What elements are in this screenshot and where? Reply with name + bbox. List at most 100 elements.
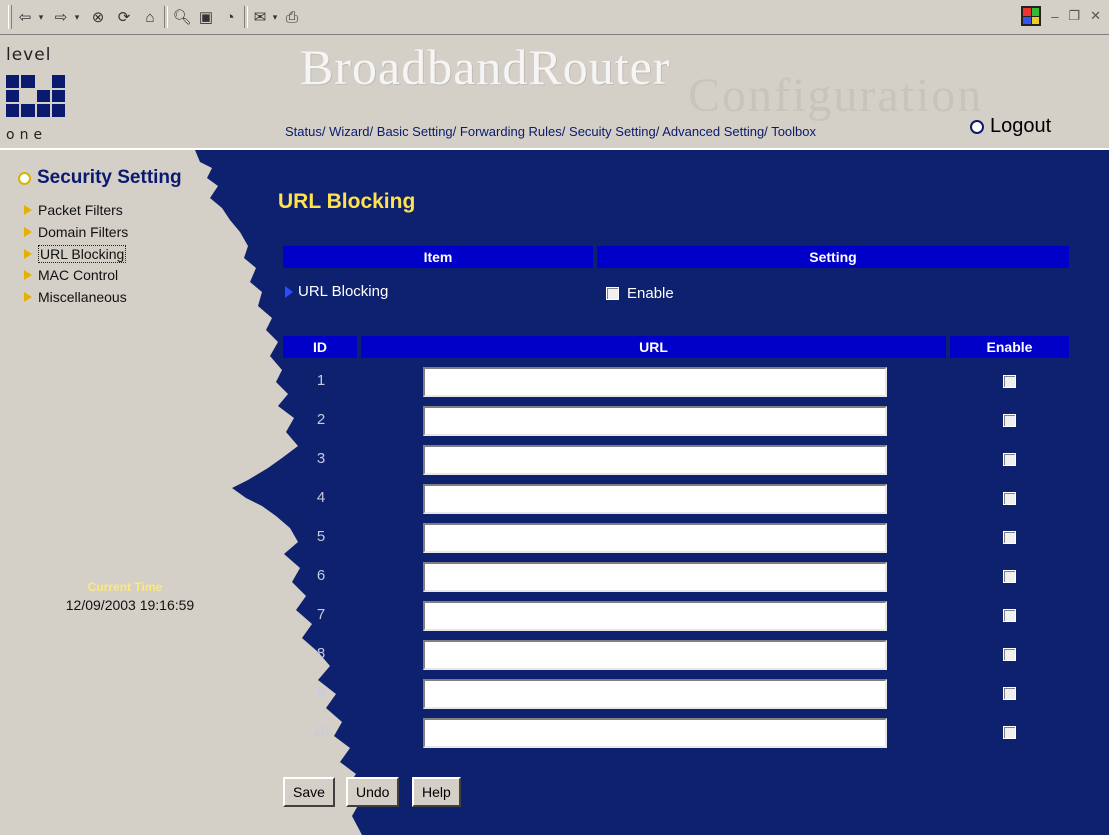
row-id: 7 — [316, 606, 326, 623]
back-icon[interactable]: ⇦ — [16, 7, 34, 27]
window-controls: – ❐ ✕ — [1021, 6, 1101, 26]
section-title-label: Security Setting — [37, 167, 182, 188]
row-enable-checkbox[interactable] — [1003, 414, 1016, 427]
current-time-value: 12/09/2003 19:16:59 — [65, 597, 195, 613]
logout-label: Logout — [990, 115, 1052, 137]
minimize-icon[interactable]: – — [1051, 9, 1058, 24]
header-item: Item — [283, 246, 593, 268]
url-blocking-row-label: URL Blocking — [285, 283, 388, 300]
url-input[interactable] — [423, 484, 887, 514]
sidebar-item-domain-filters[interactable]: Domain Filters — [24, 224, 128, 240]
row-id: 8 — [316, 645, 326, 662]
restore-icon[interactable]: ❐ — [1068, 8, 1080, 24]
history-icon[interactable]: ◔ — [220, 7, 240, 27]
url-input[interactable] — [423, 640, 887, 670]
row-enable-checkbox[interactable] — [1003, 687, 1016, 700]
nav-status[interactable]: Status/ — [285, 124, 325, 139]
top-nav: Status/ Wizard/ Basic Setting/ Forwardin… — [285, 124, 816, 139]
windows-logo-icon — [1021, 6, 1042, 26]
brand-mosaic — [6, 75, 65, 117]
row-enable-checkbox[interactable] — [1003, 648, 1016, 661]
row-id: 5 — [316, 528, 326, 545]
url-blocking-label-text: URL Blocking — [298, 283, 389, 300]
triangle-bullet-icon — [24, 292, 32, 302]
sidebar-item-label: Packet Filters — [38, 202, 123, 218]
row-enable-checkbox[interactable] — [1003, 492, 1016, 505]
back-dropdown-icon[interactable]: ▾ — [36, 7, 46, 27]
nav-toolbox[interactable]: Toolbox — [771, 124, 816, 139]
url-input[interactable] — [423, 367, 887, 397]
brand-top-text: level — [6, 45, 52, 65]
url-blocking-enable-checkbox[interactable] — [606, 287, 619, 300]
toolbar-separator — [164, 6, 168, 28]
row-id: 4 — [316, 489, 326, 506]
url-input[interactable] — [423, 679, 887, 709]
undo-button[interactable]: Undo — [346, 777, 400, 807]
sidebar-item-label: Domain Filters — [38, 224, 129, 240]
sidebar-item-label: MAC Control — [38, 267, 119, 283]
header-setting: Setting — [597, 246, 1069, 268]
section-ring-icon — [18, 171, 31, 185]
stop-icon[interactable]: ⊗ — [88, 7, 108, 27]
url-input[interactable] — [423, 523, 887, 553]
forward-dropdown-icon[interactable]: ▾ — [72, 7, 82, 27]
save-button[interactable]: Save — [283, 777, 335, 807]
url-blocking-enable: Enable — [606, 285, 674, 302]
row-id: 1 — [316, 372, 326, 389]
print-icon[interactable]: ⎙ — [282, 7, 302, 27]
mail-dropdown-icon[interactable]: ▾ — [270, 7, 280, 27]
forward-icon[interactable]: ⇨ — [52, 7, 70, 27]
row-enable-checkbox[interactable] — [1003, 609, 1016, 622]
mail-icon[interactable]: ✉ — [250, 7, 270, 27]
help-button[interactable]: Help — [412, 777, 461, 807]
close-icon[interactable]: ✕ — [1090, 8, 1101, 24]
nav-advanced-setting[interactable]: Advanced Setting/ — [662, 124, 768, 139]
sidebar-item-label: URL Blocking — [38, 245, 127, 263]
row-id: 9 — [316, 684, 326, 701]
refresh-icon[interactable]: ⟳ — [114, 7, 134, 27]
triangle-bullet-icon — [24, 205, 32, 215]
sidebar-item-packet-filters[interactable]: Packet Filters — [24, 202, 123, 218]
page-title: URL Blocking — [278, 190, 416, 213]
brand-bottom-text: one — [6, 127, 48, 143]
row-enable-checkbox[interactable] — [1003, 453, 1016, 466]
row-id: 6 — [316, 567, 326, 584]
url-input[interactable] — [423, 445, 887, 475]
header-url: URL — [361, 336, 946, 358]
row-id: 10 — [312, 723, 330, 740]
favorites-icon[interactable]: ▣ — [196, 7, 216, 27]
header-id: ID — [283, 336, 357, 358]
row-enable-checkbox[interactable] — [1003, 570, 1016, 583]
row-enable-checkbox[interactable] — [1003, 375, 1016, 388]
header-title: BroadbandRouter — [300, 39, 671, 95]
nav-security-setting[interactable]: Secuity Setting/ — [569, 124, 659, 139]
triangle-bullet-icon — [24, 227, 32, 237]
header-subtitle: Configuration — [688, 69, 984, 122]
row-enable-checkbox[interactable] — [1003, 726, 1016, 739]
home-icon[interactable]: ⌂ — [140, 7, 160, 27]
logout-link[interactable]: Logout — [970, 115, 1051, 138]
nav-basic-setting[interactable]: Basic Setting/ — [377, 124, 457, 139]
header-enable: Enable — [950, 336, 1069, 358]
arrow-bullet-icon — [285, 285, 293, 298]
current-time-label: Current Time — [87, 580, 163, 594]
sidebar-item-mac-control[interactable]: MAC Control — [24, 267, 118, 283]
url-input[interactable] — [423, 601, 887, 631]
browser-toolbar: ⇦ ▾ ⇨ ▾ ⊗ ⟳ ⌂ 🔍︎ ▣ ◔ ✉ ▾ ⎙ – ❐ ✕ — [0, 0, 1109, 35]
url-input[interactable] — [423, 406, 887, 436]
row-enable-checkbox[interactable] — [1003, 531, 1016, 544]
toolbar-grip — [8, 5, 12, 29]
sidebar-item-label: Miscellaneous — [38, 289, 127, 305]
search-icon[interactable]: 🔍︎ — [172, 7, 192, 27]
sidebar-item-miscellaneous[interactable]: Miscellaneous — [24, 289, 127, 305]
url-input[interactable] — [423, 718, 887, 748]
nav-wizard[interactable]: Wizard/ — [329, 124, 373, 139]
sidebar-item-url-blocking[interactable]: URL Blocking — [24, 245, 127, 263]
triangle-bullet-icon — [24, 249, 32, 259]
url-input[interactable] — [423, 562, 887, 592]
nav-forwarding-rules[interactable]: Forwarding Rules/ — [460, 124, 566, 139]
logout-ring-icon — [970, 119, 984, 134]
triangle-bullet-icon — [24, 270, 32, 280]
sidebar-section-title[interactable]: Security Setting — [18, 167, 182, 189]
row-id: 3 — [316, 450, 326, 467]
